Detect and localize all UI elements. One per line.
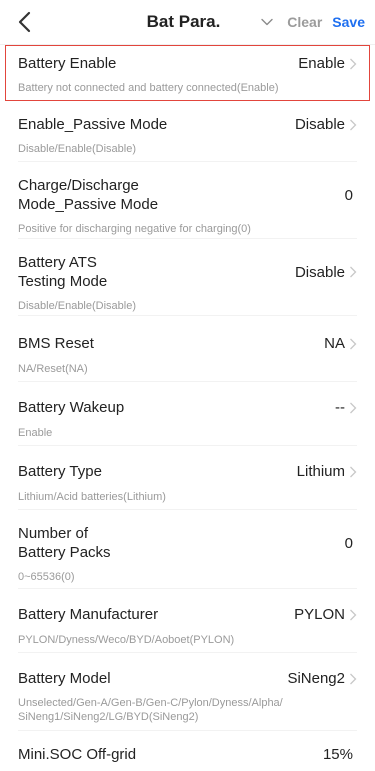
param-value-text: 0 [344, 534, 353, 552]
param-label: Battery Wakeup [18, 399, 125, 416]
param-value-text: Enable [298, 55, 345, 72]
param-row-battery-ats-testing[interactable]: Battery ATS Testing Mode Disable Disable… [0, 239, 375, 315]
back-button[interactable] [10, 8, 38, 36]
param-value-text: 15% [322, 746, 353, 763]
chevron-left-icon [18, 11, 31, 33]
dropdown-button[interactable] [259, 14, 275, 30]
param-value-text: -- [335, 399, 345, 416]
param-hint: NA/Reset(NA) [18, 363, 88, 375]
param-value-text: Lithium [296, 463, 345, 480]
param-value-text: SiNeng2 [287, 670, 345, 687]
param-row-bms-reset[interactable]: BMS Reset NA NA/Reset(NA) [0, 316, 375, 381]
param-value: Lithium [297, 463, 357, 480]
param-hint: Battery not connected and battery connec… [18, 82, 279, 94]
param-label-line: Testing Mode [18, 273, 108, 290]
param-label: Charge/Discharge Mode_Passive Mode [18, 176, 158, 214]
chevron-down-icon [261, 18, 273, 26]
param-hint: 0~65536(0) [18, 571, 75, 583]
chevron-right-icon [350, 58, 357, 69]
param-row-mini-soc-off-grid[interactable]: Mini.SOC Off-grid 15% [0, 731, 375, 771]
param-label: Battery Manufacturer [18, 606, 159, 623]
param-row-battery-wakeup[interactable]: Battery Wakeup -- Enable [0, 382, 375, 445]
param-row-battery-manufacturer[interactable]: Battery Manufacturer PYLON PYLON/Dyness/… [0, 589, 375, 652]
param-hint-line: SiNeng1/SiNeng2/LG/BYD(SiNeng2) [18, 711, 199, 723]
param-label: Battery ATS Testing Mode [18, 253, 107, 291]
chevron-right-icon [350, 402, 357, 413]
param-value: -- [335, 399, 357, 416]
param-label: Battery Model [18, 670, 111, 687]
param-label: Battery Enable [18, 55, 117, 72]
param-value-text: Disable [294, 263, 345, 281]
param-row-enable-passive-mode[interactable]: Enable_Passive Mode Disable Disable/Enab… [0, 101, 375, 161]
header-bar: Bat Para. Clear Save [0, 0, 375, 45]
param-row-number-of-battery-packs[interactable]: Number of Battery Packs 0 0~65536(0) [0, 510, 375, 588]
clear-button[interactable]: Clear [287, 14, 322, 30]
param-hint-line: Unselected/Gen-A/Gen-B/Gen-C/Pylon/Dynes… [18, 697, 283, 709]
param-label: Number of Battery Packs [18, 524, 111, 562]
chevron-right-icon [350, 609, 357, 620]
param-hint: Lithium/Acid batteries(Lithium) [18, 491, 166, 503]
param-label-line: Battery Packs [18, 544, 111, 561]
param-value: NA [324, 335, 357, 352]
param-value: Disable [295, 116, 357, 133]
param-value: PYLON [294, 606, 357, 623]
chevron-right-icon [350, 338, 357, 349]
param-label-line: Charge/Discharge [18, 177, 139, 194]
param-row-battery-enable[interactable]: Battery Enable Enable Battery not connec… [5, 45, 370, 101]
param-hint: Disable/Enable(Disable) [18, 300, 137, 312]
param-label-line: Mode_Passive Mode [18, 196, 159, 213]
param-value-text: 0 [344, 186, 353, 204]
param-label-line: Battery ATS [18, 254, 97, 271]
param-hint: Positive for discharging negative for ch… [18, 223, 251, 235]
param-value: Disable [295, 264, 357, 281]
param-hint: Disable/Enable(Disable) [18, 143, 137, 155]
header-actions: Clear Save [259, 0, 365, 44]
param-row-charge-discharge-mode[interactable]: Charge/Discharge Mode_Passive Mode 0 Pos… [0, 162, 375, 238]
param-value: Enable [298, 55, 357, 72]
param-label: BMS Reset [18, 335, 94, 352]
param-value: 0 [345, 187, 353, 204]
param-hint: Unselected/Gen-A/Gen-B/Gen-C/Pylon/Dynes… [18, 696, 357, 724]
param-label-line: Number of [18, 525, 89, 542]
param-value-text: PYLON [294, 606, 345, 623]
param-value-text: Disable [294, 116, 345, 133]
param-row-battery-type[interactable]: Battery Type Lithium Lithium/Acid batter… [0, 446, 375, 509]
param-value: SiNeng2 [287, 670, 357, 687]
param-hint: PYLON/Dyness/Weco/BYD/Aoboet(PYLON) [18, 634, 235, 646]
chevron-right-icon [350, 266, 357, 278]
param-label: Battery Type [18, 463, 102, 480]
chevron-right-icon [350, 673, 357, 684]
param-label: Mini.SOC Off-grid [18, 746, 137, 763]
param-hint: Enable [18, 427, 53, 439]
param-value: 15% [323, 746, 353, 763]
param-value: 0 [345, 535, 353, 552]
param-label: Enable_Passive Mode [18, 116, 168, 133]
param-value-text: NA [324, 335, 345, 352]
param-row-battery-model[interactable]: Battery Model SiNeng2 Unselected/Gen-A/G… [0, 653, 375, 730]
parameter-list: Battery Enable Enable Battery not connec… [0, 45, 375, 771]
chevron-right-icon [350, 466, 357, 477]
chevron-right-icon [350, 119, 357, 130]
save-button[interactable]: Save [332, 14, 365, 30]
